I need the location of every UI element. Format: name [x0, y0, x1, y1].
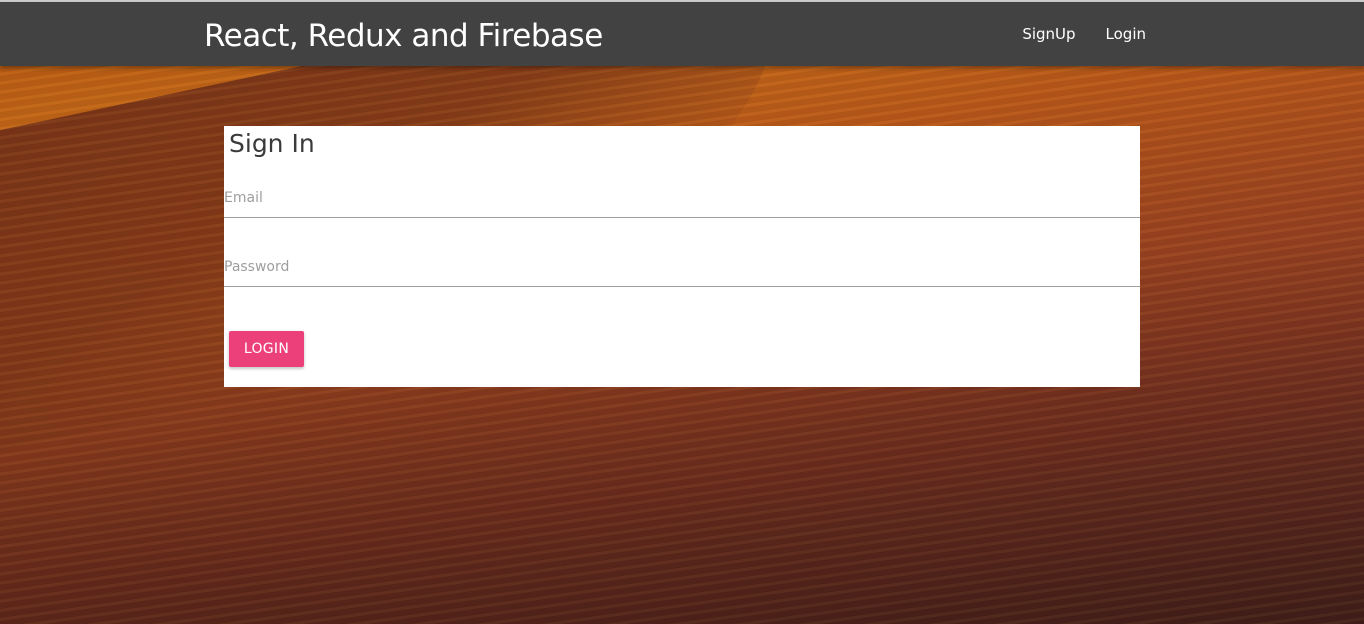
signin-title: Sign In: [229, 129, 315, 158]
signin-form: Sign In LOGIN: [224, 126, 1140, 387]
nav-links: SignUp Login: [1022, 2, 1146, 66]
login-link[interactable]: Login: [1106, 25, 1146, 43]
brand-logo-link[interactable]: React, Redux and Firebase: [204, 16, 603, 56]
signup-link[interactable]: SignUp: [1022, 25, 1075, 43]
email-field[interactable]: [224, 178, 1140, 218]
login-button[interactable]: LOGIN: [229, 331, 304, 367]
password-field[interactable]: [224, 247, 1140, 287]
navbar: React, Redux and Firebase SignUp Login: [0, 2, 1364, 66]
